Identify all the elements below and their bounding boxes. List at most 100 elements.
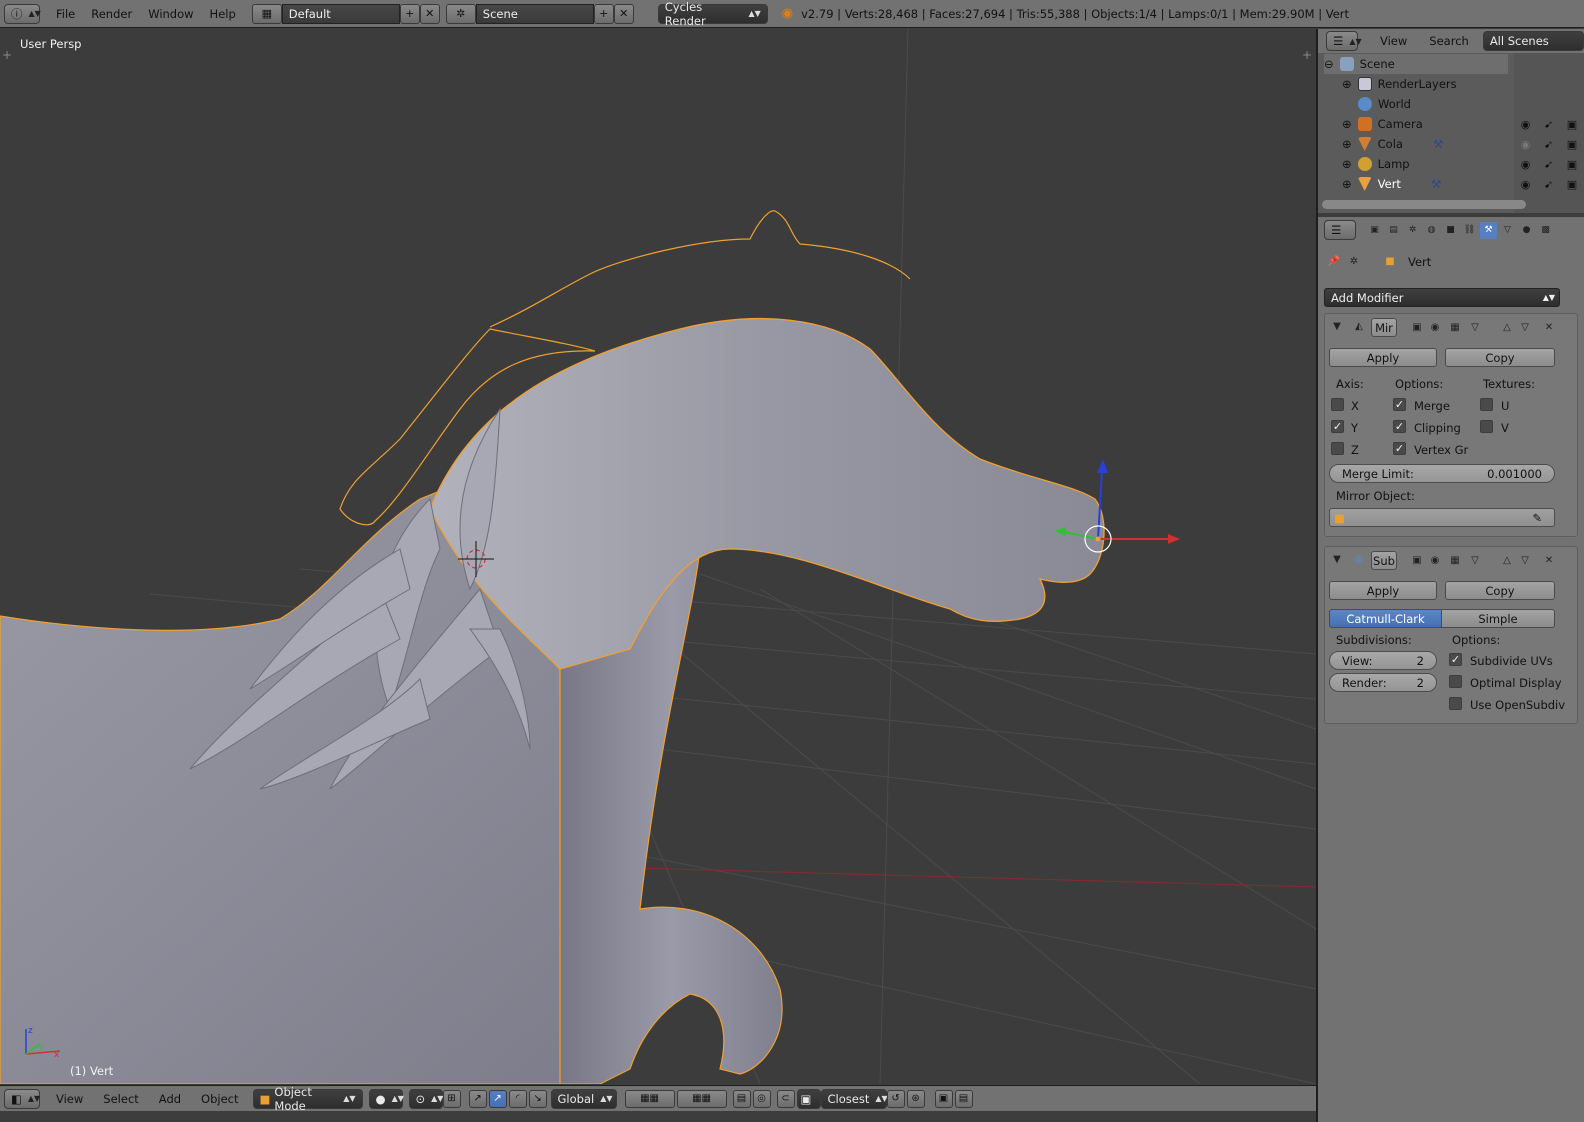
cursor-icon[interactable]: ➹: [1544, 118, 1553, 131]
outliner-item-cola[interactable]: ⊕ Cola ⚒: [1342, 134, 1532, 154]
eye-closed-icon[interactable]: ◉: [1521, 138, 1531, 151]
menu-object[interactable]: Object: [191, 1089, 248, 1109]
render-icon[interactable]: ▣: [1567, 138, 1577, 151]
snap-align-rotation[interactable]: ↺: [886, 1089, 905, 1108]
menu-help[interactable]: Help: [202, 4, 244, 24]
subdivide-uvs-checkbox[interactable]: ✓: [1449, 653, 1462, 666]
mirror-copy-button[interactable]: Copy: [1445, 348, 1555, 367]
tab-render[interactable]: ▣: [1366, 222, 1383, 239]
move-up-icon[interactable]: △: [1499, 319, 1515, 335]
layout-browse-button[interactable]: ▦: [251, 3, 282, 24]
area-split-icon[interactable]: +: [2, 48, 12, 62]
collapse-icon[interactable]: ⊖: [1324, 57, 1334, 71]
tab-material[interactable]: ●: [1518, 222, 1535, 239]
tab-render-layers[interactable]: ▤: [1385, 222, 1402, 239]
simple-tab[interactable]: Simple: [1441, 609, 1555, 628]
realtime-toggle-icon[interactable]: ◉: [1427, 319, 1443, 335]
outliner-item-lamp[interactable]: ⊕ Lamp: [1342, 154, 1532, 174]
subsurf-name-field[interactable]: Sub: [1371, 551, 1397, 570]
manipulator-toggle[interactable]: ⊞: [442, 1089, 461, 1108]
editmode-toggle-icon[interactable]: ▦: [1447, 319, 1463, 335]
scene-browse-button[interactable]: ✲: [445, 3, 476, 24]
eye-icon[interactable]: ◉: [1521, 178, 1531, 191]
render-levels-field[interactable]: Render: 2: [1329, 673, 1437, 692]
3d-viewport[interactable]: z y x + + User Persp (1) Vert: [0, 29, 1316, 1084]
render-toggle-icon[interactable]: ▣: [1409, 319, 1425, 335]
collapse-triangle-icon[interactable]: ▼: [1329, 551, 1345, 567]
cage-toggle-icon[interactable]: ▽: [1467, 319, 1483, 335]
editor-type-menu[interactable]: ☰: [1324, 220, 1356, 240]
eye-icon[interactable]: ◉: [1521, 118, 1531, 131]
tab-modifiers[interactable]: ⚒: [1480, 221, 1497, 239]
menu-file[interactable]: File: [48, 4, 83, 24]
layout-add-button[interactable]: +: [399, 3, 420, 24]
menu-render[interactable]: Render: [83, 4, 140, 24]
axis-y-checkbox[interactable]: ✓: [1331, 420, 1344, 433]
catmull-clark-tab[interactable]: Catmull-Clark: [1329, 609, 1442, 628]
collapse-triangle-icon[interactable]: ▼: [1329, 318, 1345, 334]
add-modifier-dropdown[interactable]: Add Modifier ▲▼: [1324, 288, 1560, 307]
cursor-icon[interactable]: ➹: [1544, 158, 1553, 171]
translate-manipulator[interactable]: ↗: [468, 1089, 487, 1108]
snap-element-dropdown[interactable]: ▣: [796, 1088, 821, 1109]
outliner-item-world[interactable]: World: [1358, 94, 1548, 114]
mirror-object-field[interactable]: ■ ✎: [1329, 508, 1555, 527]
clipping-checkbox[interactable]: ✓: [1393, 420, 1406, 433]
editor-type-menu[interactable]: ⓘ ▲▼: [4, 3, 41, 24]
editor-type-menu[interactable]: ☰ ▲▼: [1326, 31, 1362, 51]
realtime-toggle-icon[interactable]: ◉: [1427, 552, 1443, 568]
scale-mode-button[interactable]: ↘: [528, 1089, 547, 1108]
render-engine-dropdown[interactable]: Cycles Render ▲▼: [657, 0, 768, 28]
eye-icon[interactable]: ◉: [1521, 158, 1531, 171]
proportional-edit-button[interactable]: ◎: [752, 1089, 771, 1108]
pin-icon[interactable]: 📌: [1326, 253, 1342, 269]
mirror-name-field[interactable]: Mir: [1371, 318, 1397, 337]
outliner-display-filter[interactable]: All Scenes: [1482, 31, 1584, 51]
orientation-dropdown[interactable]: Global ▲▼: [550, 1088, 617, 1109]
shading-dropdown[interactable]: ● ▲▼: [368, 1088, 404, 1109]
lamp-restrict-toggles[interactable]: ◉ ➹ ▣: [1514, 154, 1584, 174]
remove-modifier-icon[interactable]: ✕: [1541, 552, 1557, 568]
outliner-item-renderlayers[interactable]: ⊕ RenderLayers: [1342, 74, 1532, 94]
move-down-icon[interactable]: ▽: [1517, 319, 1533, 335]
vertex-groups-checkbox[interactable]: ✓: [1393, 442, 1406, 455]
pivot-dropdown[interactable]: ⊙ ▲▼: [408, 1088, 443, 1109]
expand-icon[interactable]: ⊕: [1342, 117, 1352, 131]
menu-select[interactable]: Select: [93, 1089, 148, 1109]
outliner-menu-search[interactable]: Search: [1421, 31, 1477, 51]
mirror-apply-button[interactable]: Apply: [1329, 348, 1437, 367]
render-icon[interactable]: ▣: [1567, 118, 1577, 131]
opengl-render-image[interactable]: ▣: [934, 1089, 953, 1108]
outliner-item-vert[interactable]: ⊕ Vert ⚒: [1342, 174, 1532, 194]
merge-limit-field[interactable]: Merge Limit: 0.001000: [1329, 464, 1555, 483]
menu-add[interactable]: Add: [149, 1089, 191, 1109]
scene-add-button[interactable]: +: [593, 3, 614, 24]
cage-toggle-icon[interactable]: ▽: [1467, 552, 1483, 568]
cursor-icon[interactable]: ➹: [1544, 178, 1553, 191]
subsurf-copy-button[interactable]: Copy: [1445, 581, 1555, 600]
texture-v-checkbox[interactable]: [1480, 420, 1493, 433]
outliner-item-camera[interactable]: ⊕ Camera: [1342, 114, 1532, 134]
expand-icon[interactable]: ⊕: [1342, 177, 1352, 191]
remove-modifier-icon[interactable]: ✕: [1541, 319, 1557, 335]
snap-toggle[interactable]: ⊂: [776, 1089, 795, 1108]
editmode-toggle-icon[interactable]: ▦: [1447, 552, 1463, 568]
lock-layers-button[interactable]: ▤: [732, 1089, 751, 1108]
scene-remove-button[interactable]: ✕: [613, 3, 634, 24]
tab-world[interactable]: ◍: [1423, 222, 1440, 239]
axis-z-checkbox[interactable]: [1331, 442, 1344, 455]
cola-restrict-toggles[interactable]: ◉ ➹ ▣: [1514, 134, 1584, 154]
mode-dropdown[interactable]: ■ Object Mode ▲▼: [252, 1085, 363, 1113]
viewport-canvas[interactable]: z y x + +: [0, 29, 1316, 1084]
axis-x-checkbox[interactable]: [1331, 398, 1344, 411]
merge-checkbox[interactable]: ✓: [1393, 398, 1406, 411]
move-down-icon[interactable]: ▽: [1517, 552, 1533, 568]
tab-object[interactable]: ■: [1442, 222, 1459, 239]
texture-u-checkbox[interactable]: [1480, 398, 1493, 411]
opengl-render-animation[interactable]: ▤: [954, 1089, 973, 1108]
cursor-icon[interactable]: ➹: [1544, 138, 1553, 151]
vert-restrict-toggles[interactable]: ◉ ➹ ▣: [1514, 174, 1584, 194]
layout-remove-button[interactable]: ✕: [419, 3, 440, 24]
expand-icon[interactable]: ⊕: [1342, 137, 1352, 151]
render-icon[interactable]: ▣: [1567, 158, 1577, 171]
